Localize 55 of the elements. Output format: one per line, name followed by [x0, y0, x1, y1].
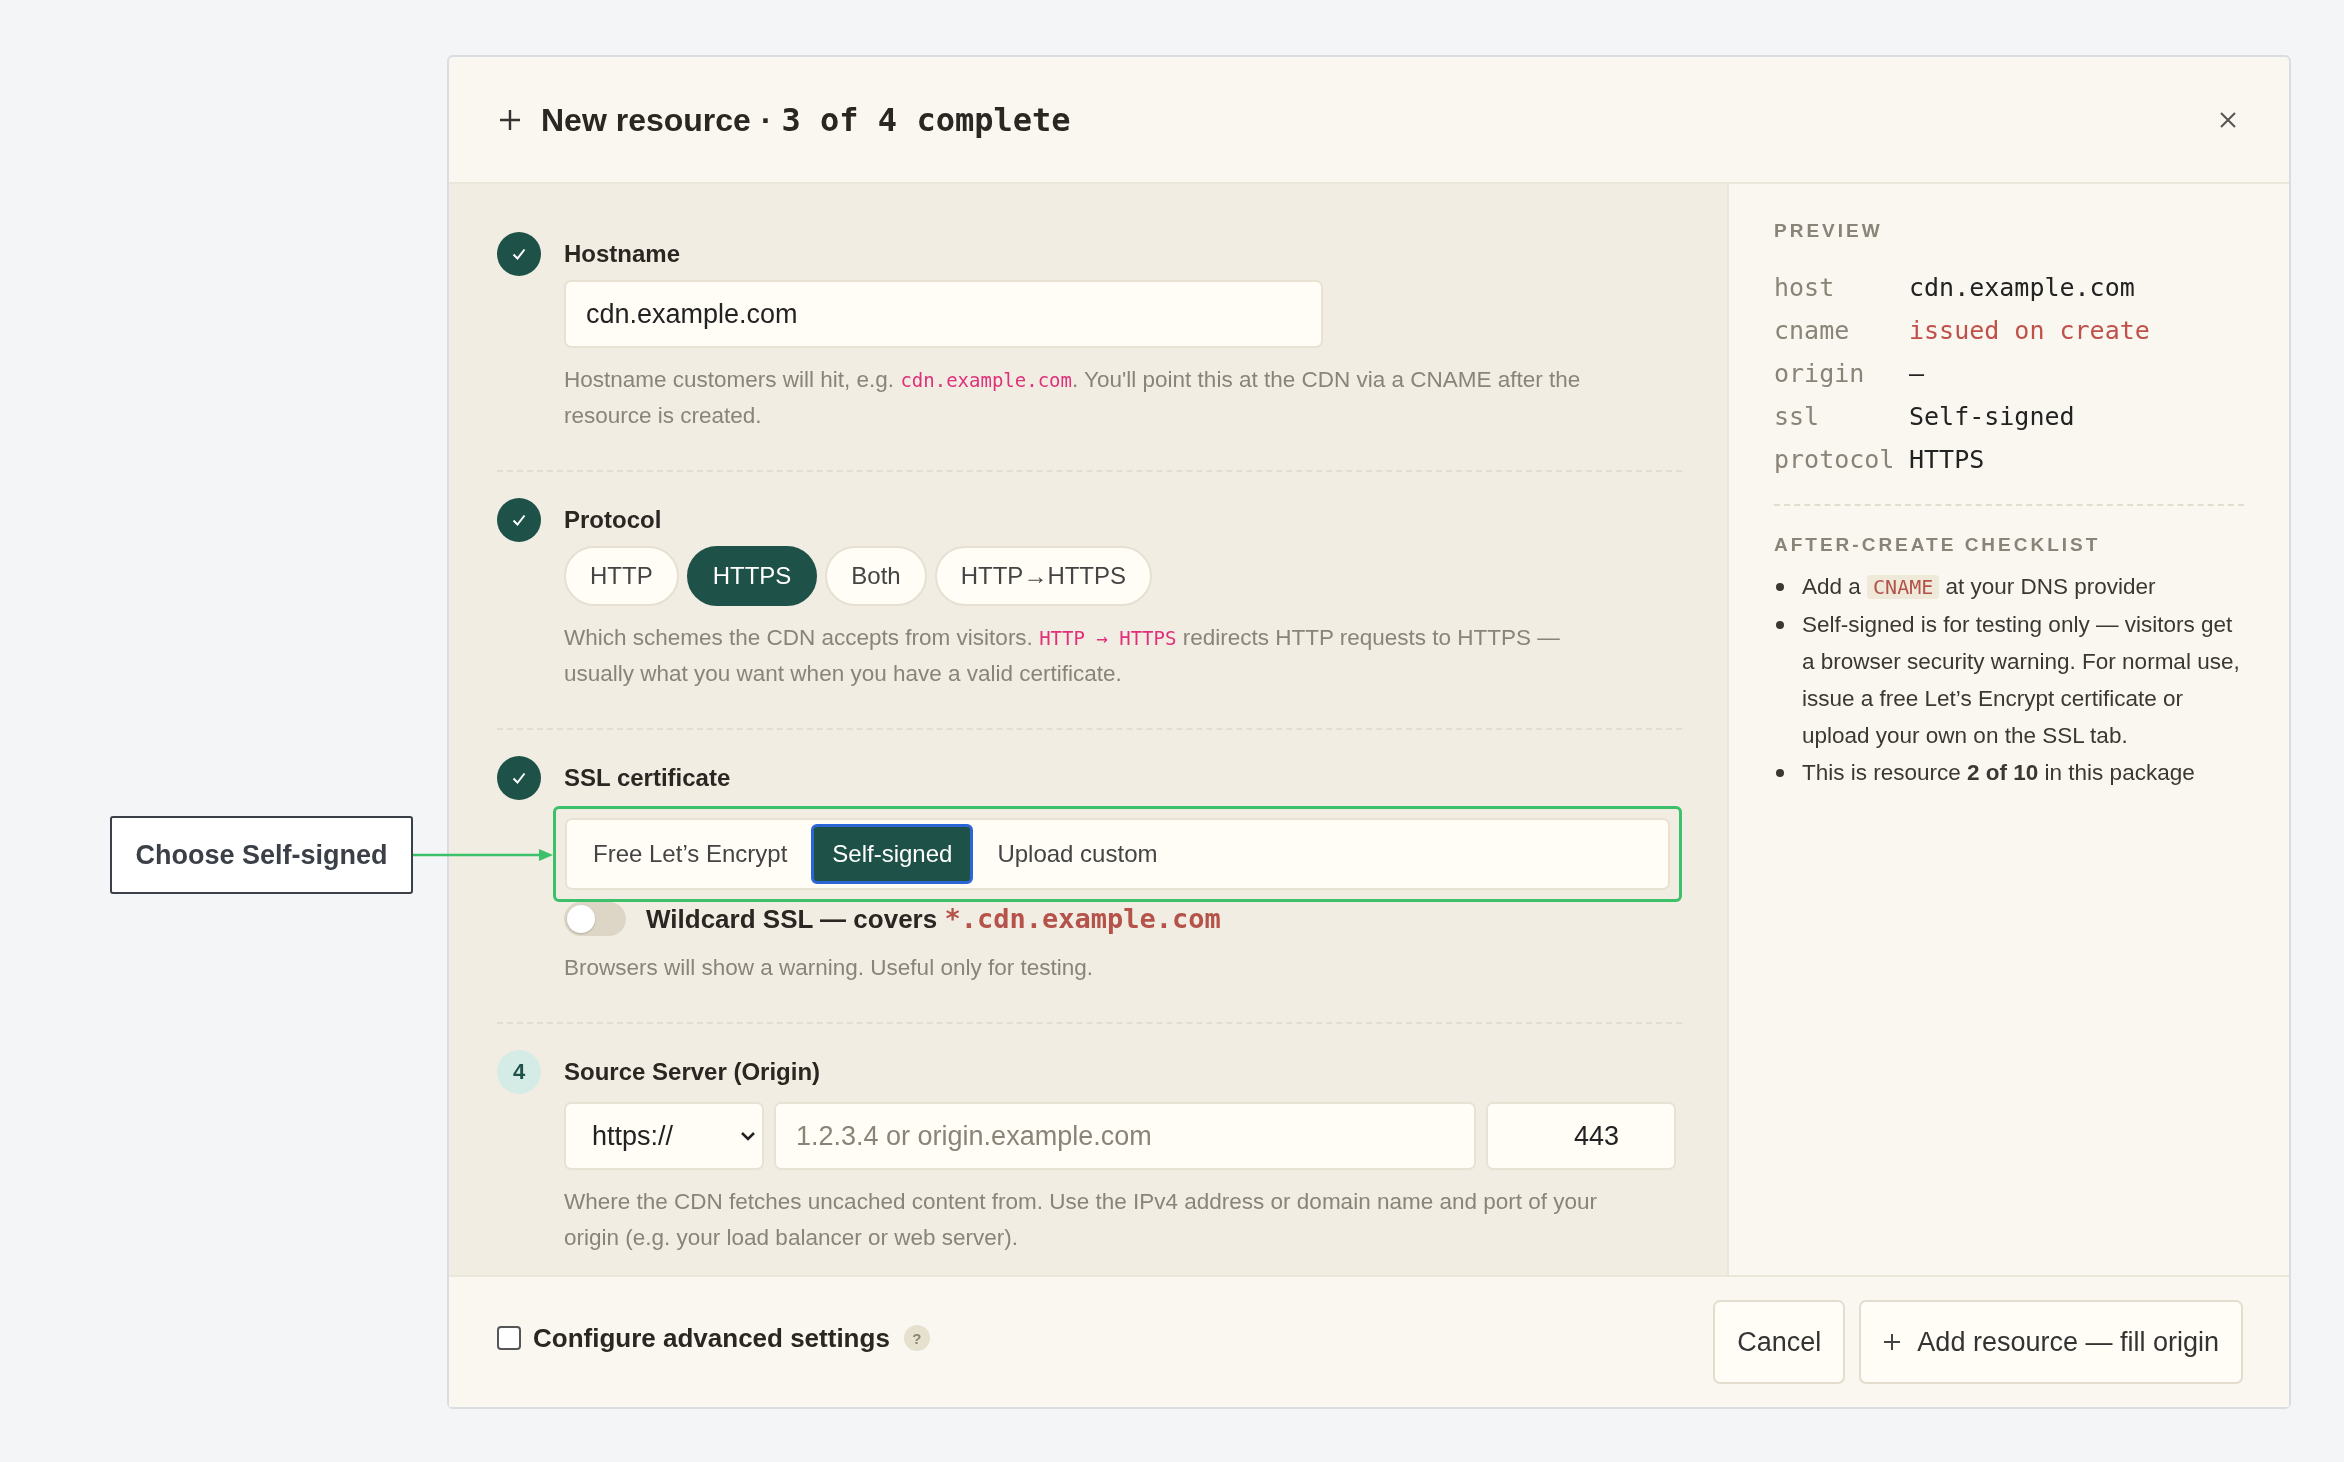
port-field[interactable]: 443	[1486, 1102, 1676, 1170]
bullet-icon	[1776, 769, 1784, 777]
bullet-icon	[1776, 621, 1784, 629]
preview-key: origin	[1774, 354, 1909, 394]
preview-value: —	[1909, 358, 1926, 390]
add-button[interactable]: Add resource — fill origin	[1859, 1300, 2243, 1384]
scheme-select[interactable]: https://	[564, 1102, 764, 1170]
chevron-down-icon	[740, 1131, 756, 1141]
field-label: Hostname	[564, 239, 682, 269]
ssl-option[interactable]: Self-signed	[811, 824, 974, 884]
progress-text: 3 of 4 complete	[781, 100, 1071, 139]
preview-value: issued on create	[1909, 315, 2151, 347]
section-heading: PREVIEW	[1774, 220, 1884, 242]
preview-key: protocol	[1774, 440, 1909, 480]
protocol-option[interactable]: Both	[825, 546, 927, 606]
check-icon	[512, 248, 526, 260]
checkbox[interactable]	[497, 1326, 521, 1350]
callout-label: Choose Self-signed	[110, 816, 413, 894]
protocol-option[interactable]: HTTPS	[686, 546, 818, 606]
preview-key: ssl	[1774, 397, 1909, 437]
wildcard-toggle[interactable]	[564, 902, 626, 936]
separator-dot: ·	[760, 101, 772, 139]
hint-text: Hostname customers will hit, e.g. cdn.example.com. You'll point this at the CDN via a CNAME after the resource is created.	[564, 366, 1582, 430]
check-icon	[512, 772, 526, 784]
protocol-option[interactable]: HTTP	[564, 546, 679, 606]
cancel-button[interactable]: Cancel	[1713, 1300, 1846, 1384]
preview-value: HTTPS	[1909, 444, 1986, 476]
hint-text: Browsers will show a warning. Useful only for testing.	[564, 954, 1094, 982]
hint-text: Which schemes the CDN accepts from visitors. HTTP → HTTPS redirects HTTP requests to HTTPS — usually what you want when you have a valid certificate.	[564, 624, 1561, 688]
origin-host-field[interactable]: 1.2.3.4 or origin.example.com	[774, 1102, 1476, 1170]
plus-icon	[1883, 1333, 1902, 1351]
checklist-item: Self-signed is for testing only — visitors get a browser security warning. For normal use, issue a free Let’s Encrypt certificate or upload your own on the SSL tab.	[1802, 611, 2241, 750]
preview-key: host	[1774, 268, 1909, 308]
section-heading: AFTER-CREATE CHECKLIST	[1774, 534, 2102, 556]
field-label: SSL certificate	[564, 763, 732, 793]
preview-value: Self-signed	[1909, 401, 2076, 433]
ssl-option[interactable]: Free Let’s Encrypt	[575, 824, 806, 884]
field-label: Source Server (Origin)	[564, 1057, 822, 1087]
hint-text: Where the CDN fetches uncached content from. Use the IPv4 address or domain name and port of your origin (e.g. your load balancer or web server).	[564, 1188, 1599, 1252]
checklist-item: This is resource 2 of 10 in this package	[1802, 759, 2196, 787]
bullet-icon	[1776, 583, 1784, 591]
dialog-title: New resource	[541, 101, 751, 139]
toggle-label: Wildcard SSL — covers *.cdn.example.com	[646, 903, 1221, 935]
close-icon	[2219, 110, 2237, 129]
field-label: Protocol	[564, 505, 663, 535]
ssl-option[interactable]: Upload custom	[979, 824, 1176, 884]
protocol-option[interactable]: HTTP→HTTPS	[934, 546, 1153, 606]
check-icon	[512, 514, 526, 526]
hostname-field[interactable]: cdn.example.com	[564, 280, 1323, 348]
step-number-badge: 4	[497, 1050, 541, 1094]
preview-key: cname	[1774, 311, 1909, 351]
preview-value: cdn.example.com	[1909, 272, 2136, 304]
plus-icon	[499, 108, 521, 131]
checklist-item: Add a CNAME at your DNS provider	[1802, 573, 2157, 601]
checkbox-label: Configure advanced settings	[533, 1322, 890, 1354]
